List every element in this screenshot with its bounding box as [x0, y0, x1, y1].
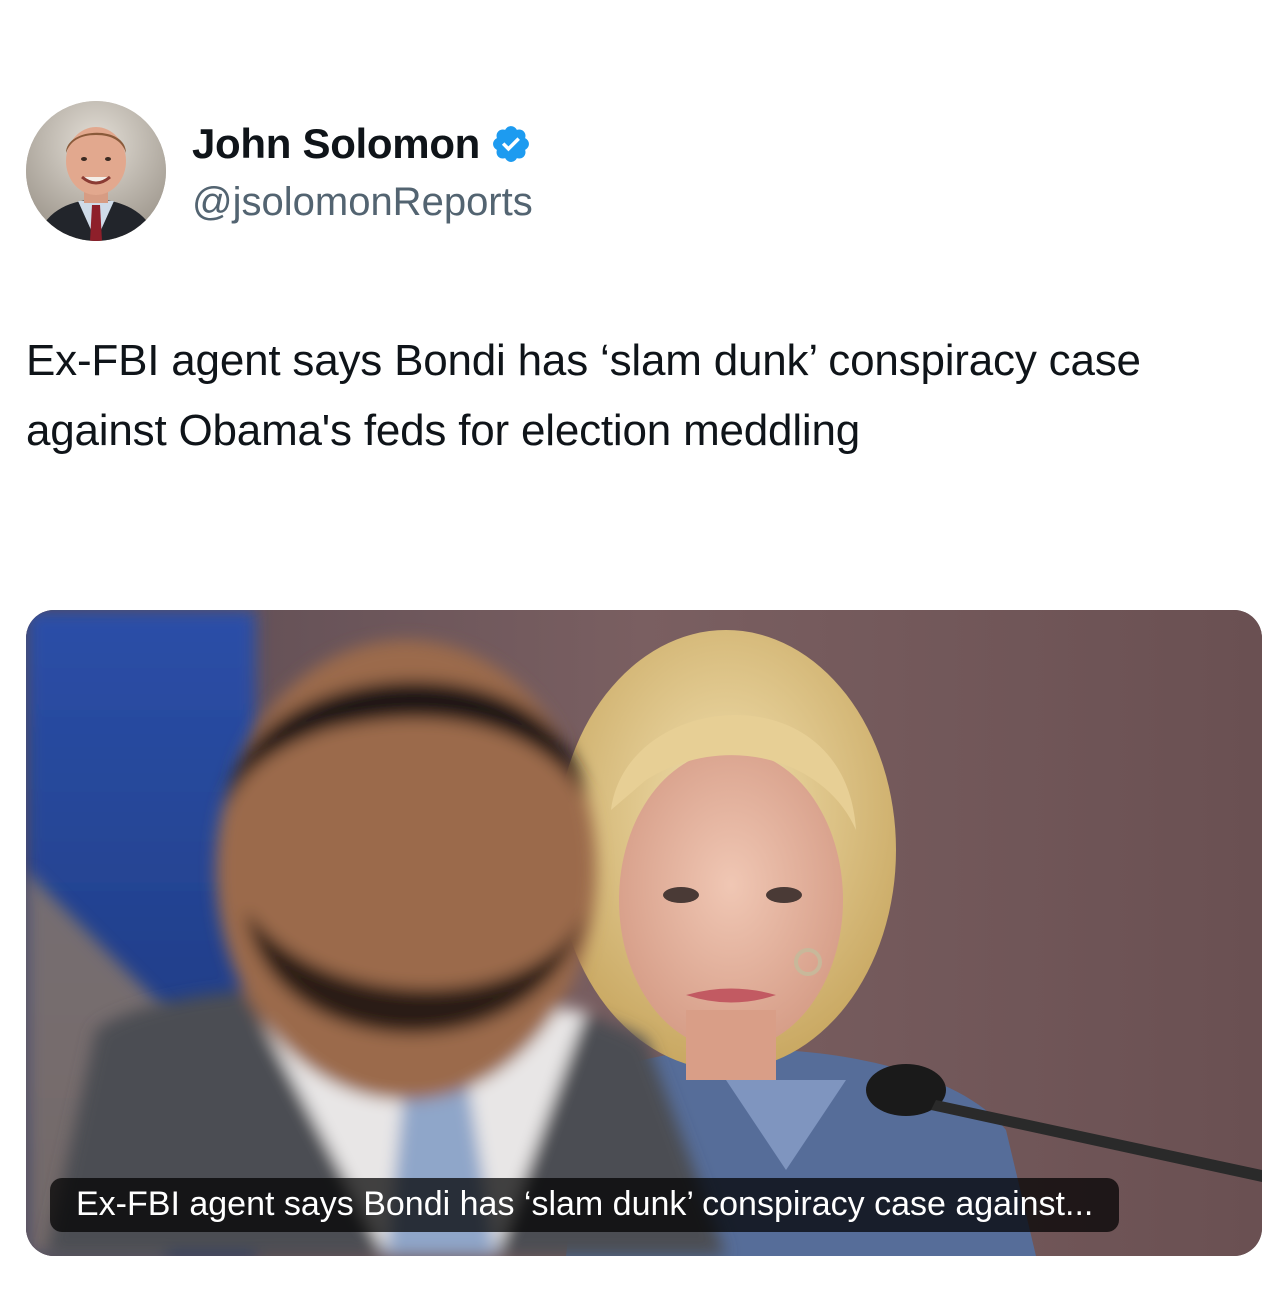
verified-badge-icon-svg: [493, 125, 529, 162]
media-caption[interactable]: Ex-FBI agent says Bondi has ‘slam dunk’ …: [50, 1178, 1120, 1232]
author-handle[interactable]: @jsolomonReports: [192, 180, 533, 225]
link-card[interactable]: Ex-FBI agent says Bondi has ‘slam dunk’ …: [26, 610, 1262, 1256]
avatar[interactable]: [26, 101, 166, 241]
tweet-header: John Solomon @jsolomonReports: [26, 100, 533, 242]
news-photo: [26, 610, 1262, 1256]
tweet-text: Ex-FBI agent says Bondi has ‘slam dunk’ …: [26, 336, 1141, 455]
author-identity: John Solomon @jsolomonReports: [192, 118, 533, 225]
author-display-name[interactable]: John Solomon: [192, 120, 480, 168]
name-row: John Solomon: [192, 118, 533, 170]
verified-badge-icon[interactable]: [490, 123, 532, 165]
avatar-photo: [26, 101, 166, 241]
